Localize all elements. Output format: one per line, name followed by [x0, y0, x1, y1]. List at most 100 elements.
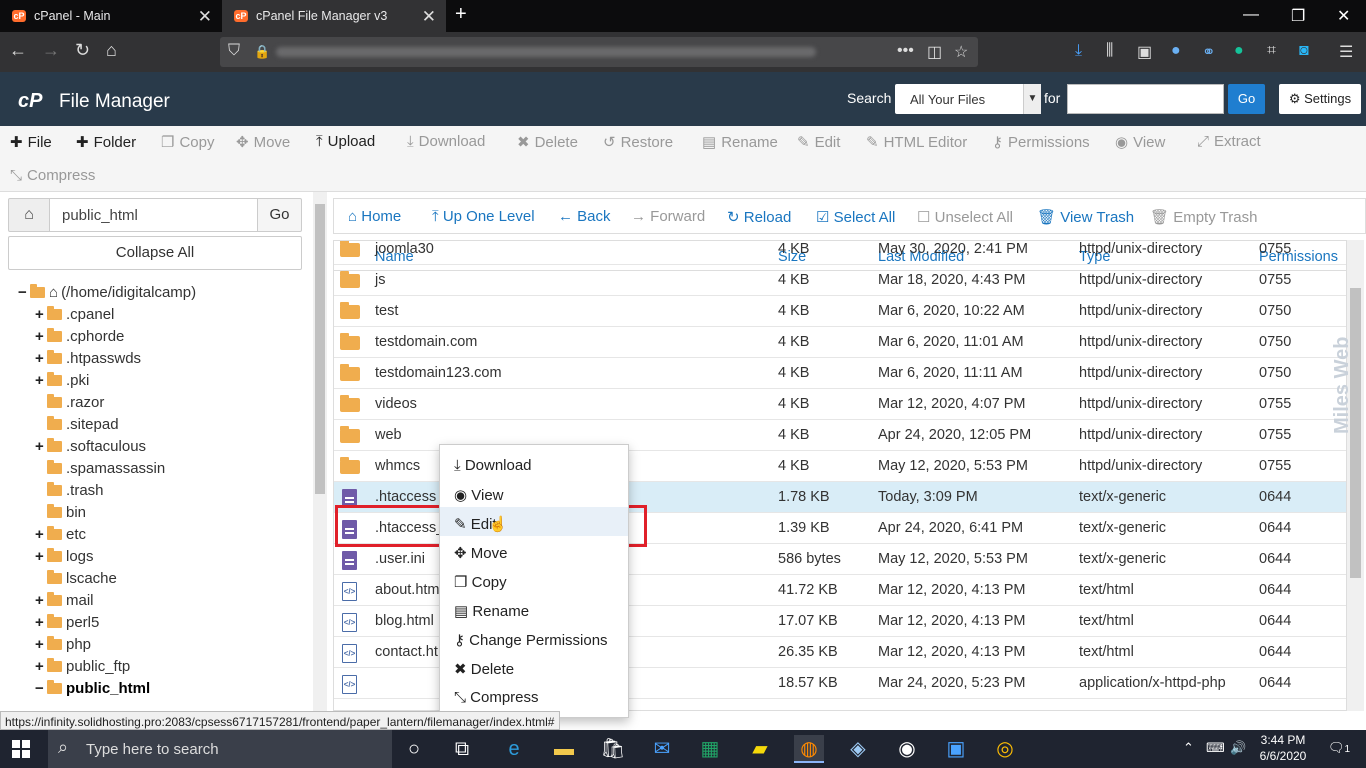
toggle-icon[interactable]: + [35, 592, 47, 609]
context-menu-download[interactable]: ⤓ Download [440, 449, 628, 478]
tab-file-manager[interactable]: cP cPanel File Manager v3 ✕ [222, 0, 446, 32]
tree-item[interactable]: + perl5 [35, 611, 99, 633]
html-editor-button[interactable]: ✎ HTML Editor [866, 133, 967, 151]
toggle-icon[interactable]: − [35, 680, 47, 697]
tree-item[interactable]: + php [35, 633, 91, 655]
minimize-icon[interactable]: — [1243, 6, 1259, 24]
file-list-scrollbar[interactable] [1347, 240, 1364, 711]
toggle-icon[interactable]: + [35, 350, 47, 367]
tree-item[interactable]: + .htpasswds [35, 347, 141, 369]
tree-item[interactable]: + .cpanel [35, 303, 114, 325]
taskbar-clock[interactable]: 3:44 PM 6/6/2020 [1258, 732, 1308, 764]
network-icon[interactable]: ⌨ [1206, 740, 1225, 756]
tab-cpanel-main[interactable]: cP cPanel - Main ✕ [0, 0, 222, 32]
context-menu-delete[interactable]: ✖ Delete [440, 652, 628, 681]
screen-recorder-icon[interactable]: ▣ [941, 735, 971, 763]
chrome-icon[interactable]: ◎ [990, 735, 1020, 763]
compress-button[interactable]: ⤡ Compress [10, 167, 95, 184]
reload-button[interactable]: ↻ Reload [727, 208, 791, 226]
reload-icon[interactable]: ↻ [75, 40, 90, 61]
permissions-button[interactable]: ⚷ Permissions [992, 133, 1090, 151]
edit-button[interactable]: ✎ Edit [797, 133, 840, 151]
tree-item[interactable]: + public_ftp [35, 655, 130, 677]
search-go-button[interactable]: Go [1228, 84, 1265, 114]
more-icon[interactable]: ••• [897, 42, 914, 60]
toggle-icon[interactable]: + [35, 526, 47, 543]
collapse-all-button[interactable]: Collapse All [8, 236, 302, 270]
close-tab-icon[interactable]: ✕ [198, 7, 212, 27]
context-menu-view[interactable]: ◉ View [440, 478, 628, 507]
select-all-button[interactable]: ☑ Select All [816, 208, 895, 226]
copy-button[interactable]: ❐ Copy [161, 133, 214, 151]
tree-item[interactable]: .spamassassin [35, 457, 165, 479]
context-menu-change-permissions[interactable]: ⚷ Change Permissions [440, 623, 628, 652]
upload-button[interactable]: ⤒ Upload [316, 133, 375, 150]
screenshot-icon[interactable]: ◙ [1299, 42, 1309, 60]
tree-item-home[interactable]: − ⌂ (/home/idigitalcamp) [18, 281, 196, 303]
new-tab-icon[interactable]: + [455, 3, 467, 26]
toggle-icon[interactable]: + [35, 636, 47, 653]
toggle-icon[interactable]: + [35, 548, 47, 565]
tree-item[interactable]: lscache [35, 567, 117, 589]
tree-item[interactable]: + .softaculous [35, 435, 146, 457]
path-input[interactable]: public_html [49, 198, 258, 232]
home-button[interactable]: ⌂ Home [348, 208, 401, 225]
tree-item[interactable]: .sitepad [35, 413, 119, 435]
scrollbar-thumb[interactable] [315, 204, 325, 494]
download-button[interactable]: ⤓ Download [407, 133, 485, 150]
restore-window-icon[interactable]: ❐ [1291, 6, 1305, 26]
forward-button[interactable]: → Forward [631, 208, 705, 225]
table-row[interactable]: testdomain.com 4 KB Mar 6, 2020, 11:01 AM h… [334, 327, 1346, 358]
menu-icon[interactable]: ☰ [1339, 42, 1353, 62]
close-tab-icon[interactable]: ✕ [422, 7, 436, 27]
cortana-icon[interactable]: ○ [399, 735, 429, 763]
address-bar[interactable]: ⛉ 🔒 ••• ◫ ☆ [220, 37, 978, 67]
view-trash-button[interactable]: 🗑 View Trash [1037, 208, 1134, 226]
taskbar-search[interactable]: ⌕ Type here to search [48, 730, 392, 768]
close-window-icon[interactable]: ✕ [1337, 6, 1350, 26]
context-menu-compress[interactable]: ⤡ Compress [440, 681, 628, 710]
media-player-icon[interactable]: ◉ [892, 735, 922, 763]
toggle-icon[interactable]: + [35, 306, 47, 323]
tree-item[interactable]: bin [35, 501, 86, 523]
up-one-level-button[interactable]: ⤒ Up One Level [432, 208, 535, 225]
context-menu-copy[interactable]: ❐ Copy [440, 565, 628, 594]
store-icon[interactable]: 🛍 [598, 735, 628, 763]
shield-icon[interactable]: ⛉ [228, 42, 240, 60]
toggle-icon[interactable]: + [35, 372, 47, 389]
tree-item[interactable]: + mail [35, 589, 94, 611]
account-icon[interactable]: ● [1171, 42, 1181, 60]
tree-item[interactable]: + .pki [35, 369, 89, 391]
library-icon[interactable]: ⫼ [1106, 42, 1113, 60]
tree-item[interactable]: + .cphorde [35, 325, 124, 347]
new-folder-button[interactable]: ✚ Folder [76, 133, 136, 151]
grammarly-icon[interactable]: ● [1234, 42, 1244, 60]
home-directory-button[interactable]: ⌂ [8, 198, 50, 232]
firefox-icon[interactable]: ◍ [794, 735, 824, 763]
crop-icon[interactable]: ⌗ [1267, 42, 1276, 60]
context-menu-move[interactable]: ✥ Move [440, 536, 628, 565]
search-input[interactable] [1067, 84, 1224, 114]
restore-button[interactable]: ↺ Restore [603, 133, 673, 151]
tree-item[interactable]: + etc [35, 523, 86, 545]
path-go-button[interactable]: Go [257, 198, 302, 232]
table-row[interactable]: joomla30 4 KB May 30, 2020, 2:41 PM httpd/u… [334, 241, 1346, 265]
edge-icon[interactable]: e [499, 735, 529, 763]
extract-button[interactable]: ⤢ Extract [1197, 133, 1261, 150]
sticky-notes-icon[interactable]: ▰ [745, 735, 775, 763]
task-view-icon[interactable]: ⧉ [447, 735, 477, 763]
table-row[interactable]: videos 4 KB Mar 12, 2020, 4:07 PM httpd/uni… [334, 389, 1346, 420]
chevron-up-icon[interactable]: ⌃ [1183, 740, 1194, 756]
file-explorer-icon[interactable]: ▬ [549, 735, 579, 763]
back-button[interactable]: ← Back [558, 208, 611, 225]
app-icon[interactable]: ◈ [843, 735, 873, 763]
unselect-all-button[interactable]: ☐ Unselect All [917, 208, 1013, 226]
mail-icon[interactable]: ✉ [647, 735, 677, 763]
tree-scrollbar[interactable] [313, 192, 327, 711]
volume-icon[interactable]: 🔊 [1230, 740, 1246, 756]
excel-icon[interactable]: ▦ [695, 735, 725, 763]
tree-item[interactable]: .razor [35, 391, 104, 413]
downloads-icon[interactable]: ⤓ [1075, 42, 1082, 60]
settings-button[interactable]: ⚙ Settings [1279, 84, 1361, 114]
empty-trash-button[interactable]: 🗑 Empty Trash [1150, 208, 1257, 226]
